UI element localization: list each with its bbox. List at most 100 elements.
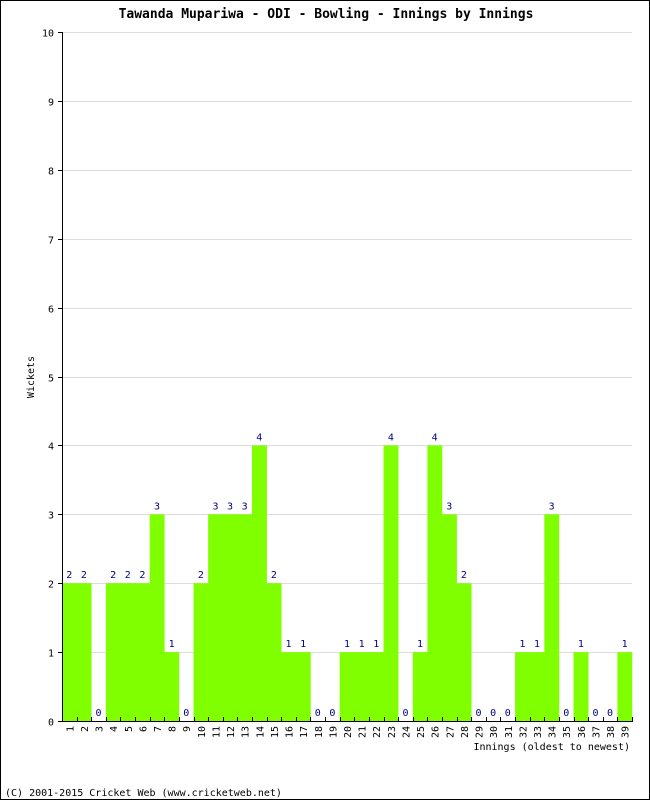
- x-tick-label: 24: [401, 726, 412, 738]
- data-label: 2: [198, 570, 204, 581]
- data-label: 4: [256, 432, 262, 443]
- data-label: 0: [505, 708, 511, 719]
- bar: [456, 583, 472, 721]
- copyright-footer: (C) 2001-2015 Cricket Web (www.cricketwe…: [5, 788, 282, 799]
- bar: [573, 652, 589, 721]
- bar: [515, 652, 530, 721]
- bar: [208, 514, 224, 721]
- x-tick-label: 13: [241, 726, 252, 738]
- x-tick-label: 16: [285, 726, 296, 738]
- bar: [237, 514, 253, 721]
- x-tick-label: 15: [270, 726, 281, 738]
- data-label: 1: [286, 639, 292, 650]
- bar: [544, 514, 560, 721]
- x-tick-label: 39: [621, 726, 632, 738]
- data-label: 3: [212, 501, 218, 512]
- data-label: 2: [66, 570, 72, 581]
- x-tick-label: 2: [80, 726, 91, 732]
- x-tick-label: 33: [533, 726, 544, 738]
- data-label: 3: [154, 501, 160, 512]
- data-label: 1: [373, 639, 379, 650]
- data-label: 3: [446, 501, 452, 512]
- x-tick-label: 35: [562, 726, 573, 738]
- bar: [252, 445, 267, 721]
- y-axis-label: Wickets: [26, 356, 37, 398]
- x-tick-label: 38: [606, 726, 617, 738]
- x-tick-label: 31: [504, 726, 515, 738]
- bar: [427, 445, 443, 721]
- data-label: 2: [110, 570, 116, 581]
- y-tick-label: 7: [48, 236, 54, 247]
- x-tick-label: 8: [168, 726, 179, 732]
- x-tick-label: 23: [387, 726, 398, 738]
- data-label: 1: [519, 639, 525, 650]
- y-tick-label: 0: [48, 718, 54, 729]
- bar: [164, 652, 180, 721]
- data-label: 0: [183, 708, 189, 719]
- bar-chart: Tawanda Mupariwa - ODI - Bowling - Innin…: [5, 7, 633, 799]
- data-label: 2: [81, 570, 87, 581]
- bar: [295, 652, 311, 721]
- bar: [62, 583, 77, 721]
- data-label: 4: [432, 432, 438, 443]
- bar: [442, 514, 457, 721]
- bar: [135, 583, 150, 721]
- chart-frame: Tawanda Mupariwa - ODI - Bowling - Innin…: [0, 0, 650, 800]
- bar: [383, 445, 399, 721]
- x-tick-label: 22: [372, 726, 383, 738]
- y-tick-label: 1: [48, 649, 54, 660]
- bar: [281, 652, 297, 721]
- x-tick-label: 30: [489, 726, 500, 738]
- x-tick-label: 17: [299, 726, 310, 738]
- x-axis-label: Innings (oldest to newest): [473, 742, 630, 753]
- x-tick-label: 19: [328, 726, 339, 738]
- y-tick-label: 4: [48, 442, 54, 453]
- data-label: 0: [315, 708, 321, 719]
- data-label: 1: [578, 639, 584, 650]
- data-label: 2: [125, 570, 131, 581]
- data-label: 2: [139, 570, 145, 581]
- x-tick-label: 28: [460, 726, 471, 738]
- data-label: 0: [490, 708, 496, 719]
- y-tick-label: 10: [42, 29, 54, 40]
- x-tick-label: 10: [197, 726, 208, 738]
- x-tick-label: 18: [314, 726, 325, 738]
- x-tick-label: 5: [124, 726, 135, 732]
- x-tick-label: 26: [431, 726, 442, 738]
- x-tick-label: 21: [358, 726, 369, 738]
- bar: [266, 583, 282, 721]
- bar: [529, 652, 545, 721]
- x-tick-label: 4: [109, 726, 120, 732]
- x-tick-label: 1: [65, 726, 76, 732]
- data-label: 1: [359, 639, 365, 650]
- x-tick-label: 27: [445, 726, 456, 738]
- data-label: 0: [592, 708, 598, 719]
- y-tick-label: 6: [48, 305, 54, 316]
- data-label: 3: [242, 501, 248, 512]
- y-tick-label: 8: [48, 167, 54, 178]
- y-tick-label: 3: [48, 511, 54, 522]
- data-label: 3: [227, 501, 233, 512]
- x-tick-label: 37: [591, 726, 602, 738]
- x-tick-label: 3: [95, 726, 106, 732]
- data-label: 1: [344, 639, 350, 650]
- y-tick-label: 2: [48, 580, 54, 591]
- data-label: 1: [417, 639, 423, 650]
- data-label: 4: [388, 432, 394, 443]
- x-tick-label: 32: [518, 726, 529, 738]
- x-tick-label: 7: [153, 726, 164, 732]
- data-label: 0: [329, 708, 335, 719]
- x-tick-label: 11: [211, 726, 222, 738]
- bar: [149, 514, 165, 721]
- y-tick-label: 9: [48, 98, 54, 109]
- data-label: 0: [96, 708, 102, 719]
- bar: [120, 583, 136, 721]
- chart-title: Tawanda Mupariwa - ODI - Bowling - Innin…: [119, 7, 534, 22]
- data-label: 1: [622, 639, 628, 650]
- bar: [354, 652, 370, 721]
- x-tick-label: 36: [577, 726, 588, 738]
- x-tick-label: 6: [138, 726, 149, 732]
- bar: [76, 583, 92, 721]
- y-tick-label: 5: [48, 374, 54, 385]
- x-tick-label: 12: [226, 726, 237, 738]
